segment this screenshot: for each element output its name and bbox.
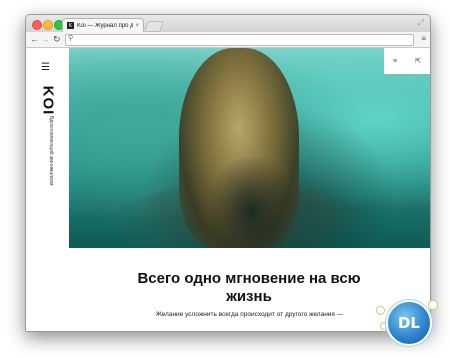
browser-toolbar: ← → ↻ ⚲ ≡ [26,32,430,48]
browser-tab[interactable]: K Koi — Журнал про дизайн × [62,18,144,32]
tab-title: Koi — Журнал про дизайн [77,22,134,29]
watermark-dot [376,306,385,315]
forward-arrow-icon[interactable]: → [41,34,50,44]
article-block: Всего одно мгновение на всю жизнь Желани… [69,248,430,331]
title-bar: K Koi — Журнал про дизайн × ⤢ [26,15,430,32]
site-logo[interactable]: KOI [34,85,62,115]
article-lead: Желание усложнить всегда происходит от д… [155,311,344,318]
favicon-icon: K [67,22,74,29]
site-tagline: Вдохновляющий минимализм [48,116,54,186]
address-bar[interactable]: ⚲ [65,34,414,46]
hamburger-menu-icon[interactable]: ☰ [41,62,50,73]
new-tab-button[interactable] [143,21,165,32]
hero-toolbar: ≡ ⇱ [384,48,430,74]
site-sidebar: ☰ KOI Вдохновляющий минимализм [26,48,69,331]
share-icon[interactable]: ⇱ [415,57,421,65]
close-window-button[interactable] [32,20,42,30]
list-icon[interactable]: ≡ [393,58,397,65]
web-page: ☰ KOI Вдохновляющий минимализм ≡ ⇱ Всего… [26,48,430,331]
logo-text: KOI [39,85,57,115]
fullscreen-icon[interactable]: ⤢ [418,18,424,28]
browser-window: K Koi — Журнал про дизайн × ⤢ ← → ↻ ⚲ ≡ … [25,14,431,332]
browser-menu-icon[interactable]: ≡ [421,34,426,43]
dl-watermark-logo: DL [386,300,432,346]
hero-shadow [209,158,294,248]
minimize-window-button[interactable] [43,20,53,30]
back-arrow-icon[interactable]: ← [30,34,39,44]
watermark-dot [428,300,438,310]
hero-image: ≡ ⇱ [69,48,430,248]
watermark-text: DL [397,314,420,332]
article-title[interactable]: Всего одно мгновение на всю жизнь [129,270,369,306]
reload-icon[interactable]: ↻ [53,34,61,44]
search-icon: ⚲ [68,35,74,42]
tab-close-icon[interactable]: × [135,23,139,29]
